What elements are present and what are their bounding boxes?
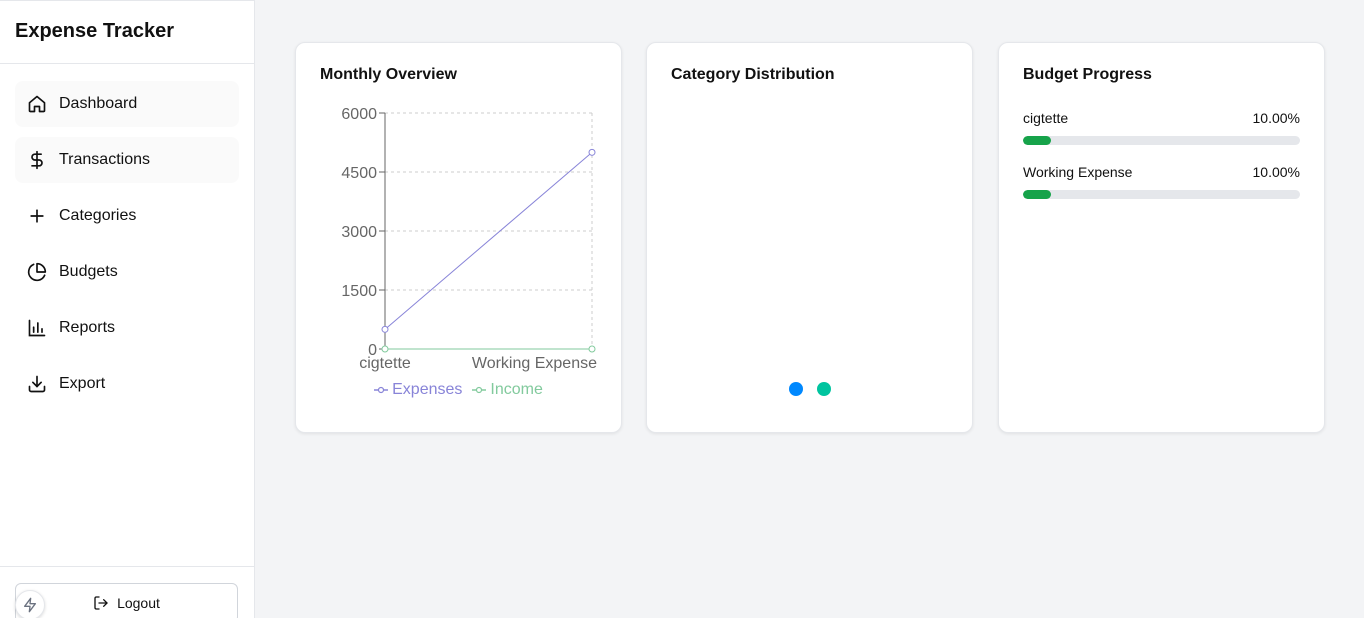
y-tick-label: 4500 — [341, 165, 377, 182]
legend-label: Income — [490, 381, 543, 398]
sidebar-item-label: Export — [59, 375, 106, 392]
logout-icon — [94, 596, 108, 610]
category-legend — [647, 382, 972, 396]
y-tick-label: 3000 — [341, 224, 377, 241]
data-point-income — [588, 345, 596, 353]
download-icon — [27, 374, 47, 394]
bar-chart-icon — [27, 318, 47, 338]
home-icon — [27, 94, 47, 114]
budget-name: Working Expense — [1023, 164, 1133, 180]
plus-icon — [27, 206, 47, 226]
legend-line-icon — [374, 386, 389, 394]
data-point-expenses — [381, 325, 389, 333]
budget-item: Working Expense 10.00% — [1023, 164, 1300, 199]
budget-percent: 10.00% — [1252, 164, 1300, 180]
monthly-overview-card: Monthly Overview 0 1500 3000 4500 6000 cigtet… — [295, 42, 622, 433]
dollar-icon — [27, 150, 47, 170]
pie-chart-icon — [27, 262, 47, 282]
y-tick-label: 1500 — [341, 283, 377, 300]
sidebar-item-label: Reports — [59, 319, 116, 336]
sidebar-item-export[interactable]: Export — [15, 361, 239, 407]
x-tick-label: cigtette — [359, 355, 411, 372]
budget-progress-bar — [1023, 190, 1300, 199]
sidebar-item-categories[interactable]: Categories — [15, 193, 239, 239]
sidebar: Expense Tracker Dashboard Transactions C… — [0, 0, 255, 618]
legend-item-expenses: Expenses — [374, 381, 462, 399]
series-line-expenses — [384, 151, 593, 330]
lightning-icon — [24, 597, 36, 613]
data-point-income — [381, 345, 389, 353]
logout-button[interactable]: Logout — [15, 583, 238, 618]
budget-progress-card: Budget Progress cigtette 10.00% Working … — [998, 42, 1325, 433]
category-dot — [816, 382, 831, 396]
chart-legend: Expenses Income — [296, 381, 621, 399]
quick-action-button[interactable] — [15, 590, 45, 618]
sidebar-item-label: Transactions — [59, 151, 150, 168]
budget-progress-fill — [1023, 190, 1051, 199]
legend-label: Expenses — [392, 381, 463, 398]
app-title: Expense Tracker — [0, 1, 254, 64]
budget-progress-fill — [1023, 136, 1051, 145]
category-distribution-card: Category Distribution — [646, 42, 973, 433]
category-distribution-title: Category Distribution — [671, 66, 835, 83]
sidebar-item-budgets[interactable]: Budgets — [15, 249, 239, 295]
budget-progress-bar — [1023, 136, 1300, 145]
budget-percent: 10.00% — [1252, 110, 1300, 126]
budget-progress-title: Budget Progress — [1023, 66, 1152, 83]
legend-item-income: Income — [472, 381, 543, 399]
sidebar-item-reports[interactable]: Reports — [15, 305, 239, 351]
sidebar-item-label: Dashboard — [59, 95, 138, 112]
sidebar-item-transactions[interactable]: Transactions — [15, 137, 239, 183]
category-dot — [788, 382, 803, 396]
y-tick-label: 6000 — [341, 106, 377, 123]
sidebar-item-dashboard[interactable]: Dashboard — [15, 81, 239, 127]
monthly-line-chart: 01500300045006000cigtette Working Expense — [341, 106, 597, 372]
budget-item: cigtette 10.00% — [1023, 110, 1300, 145]
budget-name: cigtette — [1023, 110, 1069, 126]
legend-line-icon — [472, 386, 487, 394]
data-point-expenses — [588, 148, 596, 156]
sidebar-nav: Dashboard Transactions Categories Budget… — [0, 64, 254, 407]
sidebar-item-label: Categories — [59, 207, 137, 224]
sidebar-item-label: Budgets — [59, 263, 118, 280]
logout-label: Logout — [117, 595, 160, 611]
x-tick-label: Working Expense — [472, 355, 597, 372]
